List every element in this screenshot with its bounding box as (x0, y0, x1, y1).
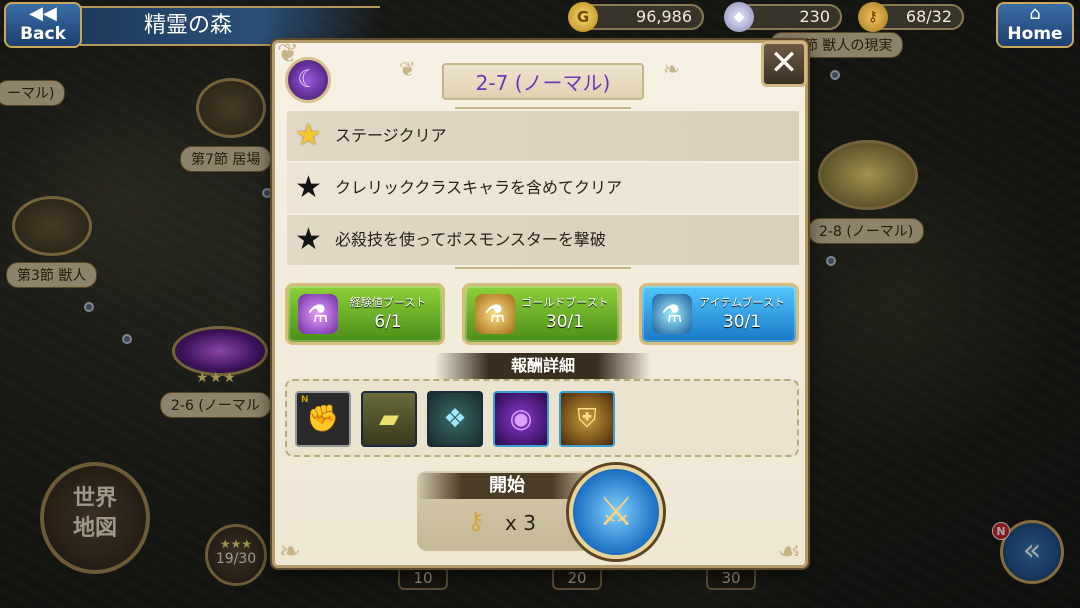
exp-boost-button[interactable]: ⚗ 経験値ブースト 6/1 (285, 283, 445, 345)
gold-crest-item-icon[interactable]: ⛨ (559, 391, 615, 447)
key-icon: ⚷ (858, 2, 888, 32)
gold-potion-icon: ⚗ (475, 294, 515, 334)
start-label: 開始 (417, 473, 597, 499)
corner-ornament-icon: ❧ (279, 537, 301, 567)
boost-value: 30/1 (545, 312, 585, 332)
gold-coin-icon: G (568, 2, 598, 32)
mission-text: ステージクリア (335, 126, 447, 145)
mission-row: ★ クレリッククラスキャラを含めてクリア (287, 163, 799, 213)
mission-text: クレリッククラスキャラを含めてクリア (335, 178, 623, 197)
home-label: Home (1007, 24, 1063, 44)
gold-counter: G 96,986 (568, 2, 704, 32)
exp-potion-icon: ⚗ (298, 294, 338, 334)
new-mark: N (301, 395, 309, 405)
close-icon: ✕ (769, 43, 799, 83)
home-button[interactable]: ⌂ Home (996, 2, 1074, 48)
mission-row: ★ 必殺技を使ってボスモンスターを撃破 (287, 215, 799, 265)
house-icon: ⌂ (1029, 3, 1041, 24)
item-boost-button[interactable]: ⚗ アイテムブースト 30/1 (639, 283, 799, 345)
boost-name: ゴールドブースト (521, 296, 609, 309)
start-button[interactable]: ⚔ (569, 465, 663, 559)
crystal-item-icon[interactable]: ❖ (427, 391, 483, 447)
reward-header: 報酬詳細 (435, 353, 651, 379)
key-cost: x 3 (505, 511, 536, 535)
close-button[interactable]: ✕ (761, 41, 807, 87)
gold-boost-button[interactable]: ⚗ ゴールドブースト 30/1 (462, 283, 622, 345)
gold-value: 96,986 (636, 7, 692, 26)
mission-text: 必殺技を使ってボスモンスターを撃破 (335, 230, 606, 249)
stamina-value: 68/32 (905, 7, 952, 26)
crescent-moon-icon: ☾ (285, 57, 331, 103)
back-button[interactable]: ◀◀ Back (4, 2, 82, 48)
diamond-icon: ◆ (724, 2, 754, 32)
area-title: 精霊の森 (144, 13, 233, 38)
corner-ornament-icon: ☙ (777, 537, 801, 567)
fist-item-icon[interactable]: N ✊ (295, 391, 351, 447)
tome-item-icon[interactable]: ▰ (361, 391, 417, 447)
stage-detail-dialog: ❦ ❧ ☙ ☾ ❦ 2-7 (ノーマル) ❧ ✕ ★ ステージクリア ★ クレリ… (272, 39, 808, 568)
mission-row: ★ ステージクリア (287, 111, 799, 161)
rewind-arrow-icon: ◀◀ (29, 3, 57, 24)
stage-title: 2-7 (ノーマル) (441, 63, 645, 100)
item-potion-icon: ⚗ (652, 294, 692, 334)
star-empty-icon: ★ (295, 222, 322, 257)
boost-name: 経験値ブースト (349, 296, 427, 309)
boost-name: アイテムブースト (699, 296, 785, 309)
star-filled-icon: ★ (295, 118, 322, 153)
boost-value: 6/1 (374, 312, 402, 332)
boost-row: ⚗ 経験値ブースト 6/1 ⚗ ゴールドブースト 30/1 ⚗ アイテムブースト… (285, 283, 801, 347)
stamina-counter[interactable]: ⚷ 68/32 (858, 2, 964, 32)
divider (455, 267, 631, 269)
reward-list: N ✊ ▰ ❖ ◉ ⛨ (285, 379, 799, 457)
stage-title-plate: 2-7 (ノーマル) (395, 57, 691, 101)
divider (455, 107, 631, 109)
key-icon: ⚷ (467, 507, 485, 535)
gem-value: 230 (799, 7, 830, 26)
ornament-right-icon: ❧ (663, 57, 680, 81)
boost-value: 30/1 (722, 312, 762, 332)
star-empty-icon: ★ (295, 170, 322, 205)
mission-list: ★ ステージクリア ★ クレリッククラスキャラを含めてクリア ★ 必殺技を使って… (287, 111, 799, 267)
back-label: Back (20, 24, 66, 44)
crossed-weapons-icon: ⚔ (598, 489, 634, 535)
purple-orb-item-icon[interactable]: ◉ (493, 391, 549, 447)
gem-counter[interactable]: ◆ 230 (724, 2, 842, 32)
